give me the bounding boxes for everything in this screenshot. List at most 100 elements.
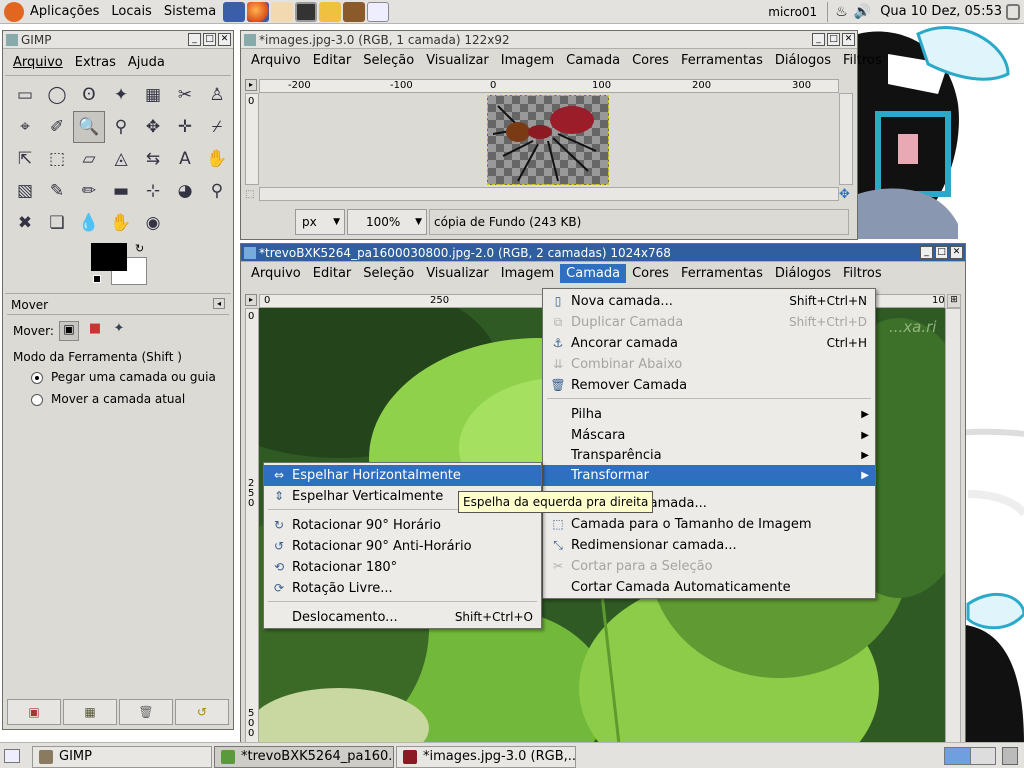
menu-extras[interactable]: Extras [69,53,122,72]
menu-sistema[interactable]: Sistema [158,0,222,24]
camada-menu-item[interactable]: ⬚ Camada para o Tamanho de Imagem [543,514,875,535]
quick-mask-corner-icon[interactable]: ▸ [245,79,257,91]
menu-dialogos[interactable]: Diálogos [769,51,837,70]
tool-button[interactable]: ⌖ [9,111,41,143]
close-button[interactable]: ✕ [842,33,855,46]
default-colors-icon[interactable] [93,275,101,283]
vertical-scrollbar[interactable] [945,308,961,742]
tool-button[interactable]: ✎ [41,175,73,207]
user-name[interactable]: micro01 [762,0,823,24]
canvas-area[interactable] [259,93,839,185]
tool-button[interactable]: ʘ [73,79,105,111]
tool-button[interactable]: ✋ [201,143,233,175]
workspace-switcher[interactable] [944,747,996,765]
clock[interactable]: Qua 10 Dez, 05:53 [874,0,1006,24]
menu-editar[interactable]: Editar [307,51,358,70]
tool-button[interactable]: ◕ [169,175,201,207]
menu-editar[interactable]: Editar [307,264,358,283]
swap-colors-icon[interactable]: ↻ [135,242,144,255]
menu-cores[interactable]: Cores [626,51,675,70]
menu-filtros[interactable]: Filtros [837,264,888,283]
radio-selected[interactable] [31,372,43,384]
navigate-icon[interactable]: ✥ [839,187,850,202]
camada-menu-item[interactable]: Transformar ▶ [543,465,875,486]
maximize-button[interactable]: □ [935,246,948,259]
tool-button[interactable]: ◯ [41,79,73,111]
workspace-1[interactable] [945,748,971,764]
tool-button[interactable]: ▭ [9,79,41,111]
minimize-button[interactable]: _ [920,246,933,259]
editor-icon[interactable] [367,1,390,22]
tool-button[interactable]: ✖ [9,207,41,239]
tool-button[interactable]: ⬚ [41,143,73,175]
tool-button[interactable]: 🔍 [73,111,105,143]
tool-button[interactable]: ⇆ [137,143,169,175]
minimize-button[interactable]: _ [812,33,825,46]
camada-menu-item[interactable]: ⚓ Ancorar camada Ctrl+H [543,333,875,354]
menu-camada[interactable]: Camada [560,263,627,283]
delete-icon[interactable]: 🗑 [119,699,173,725]
tool-button[interactable]: 💧 [73,207,105,239]
tool-button[interactable]: ▦ [137,79,169,111]
ant-image[interactable] [487,95,609,185]
tool-button[interactable]: ⇱ [9,143,41,175]
taskbar-images[interactable]: *images.jpg-3.0 (RGB,... [396,746,576,768]
volume-icon[interactable]: 🔊 [851,4,874,20]
tool-button[interactable]: ⚲ [105,111,137,143]
option-pick-layer[interactable]: Pegar uma camada ou guia [31,370,216,384]
maximize-button[interactable]: □ [827,33,840,46]
radio-unselected[interactable] [31,394,43,406]
zoom-selector[interactable]: 100% ▼ [347,209,427,235]
firefox-icon[interactable] [247,1,270,22]
trevo-window-titlebar[interactable]: *trevoBXK5264_pa1600030800.jpg-2.0 (RGB,… [241,244,965,262]
menu-imagem[interactable]: Imagem [495,51,560,70]
option-move-active[interactable]: Mover a camada atual [31,392,185,406]
tool-button[interactable]: ⊹ [137,175,169,207]
menu-ferramentas[interactable]: Ferramentas [675,264,769,283]
ubuntu-logo-icon[interactable] [4,1,24,22]
menu-dialogos[interactable]: Diálogos [769,264,837,283]
tool-button[interactable]: ✥ [137,111,169,143]
tool-button[interactable]: ✋ [105,207,137,239]
network-status-icon[interactable]: ♨ [832,4,851,20]
tool-button[interactable]: ✦ [105,79,137,111]
trash-applet-icon[interactable] [1002,747,1018,765]
menu-visualizar[interactable]: Visualizar [420,264,495,283]
tool-button[interactable]: ▧ [9,175,41,207]
camada-menu-item[interactable]: Máscara ▶ [543,425,875,446]
tool-button[interactable]: ❏ [41,207,73,239]
reset-icon[interactable]: ↺ [175,699,229,725]
navigate-icon[interactable]: ⊞ [947,294,961,308]
transform-menu-item[interactable]: ⇔ Espelhar Horizontalmente [264,465,541,486]
menu-selecao[interactable]: Seleção [357,51,420,70]
camada-menu-item[interactable]: Transparência ▶ [543,445,875,466]
keys-icon[interactable] [319,1,342,22]
camada-menu-item[interactable]: Cortar Camada Automaticamente [543,577,875,598]
camada-menu-item[interactable]: 🗑 Remover Camada [543,375,875,396]
maximize-button[interactable]: □ [203,33,216,46]
tool-button[interactable]: ▬ [105,175,137,207]
ant-window-titlebar[interactable]: *images.jpg-3.0 (RGB, 1 camada) 122x92 _… [241,31,857,49]
tool-button[interactable]: ✂ [169,79,201,111]
unit-selector[interactable]: px ▼ [295,209,345,235]
transform-menu-item[interactable]: ⟳ Rotação Livre... [264,578,541,599]
power-icon[interactable] [1006,3,1020,20]
menu-visualizar[interactable]: Visualizar [420,51,495,70]
menu-selecao[interactable]: Seleção [357,264,420,283]
tool-button[interactable]: ◉ [137,207,169,239]
transform-menu-item[interactable]: ↺ Rotacionar 90° Anti-Horário [264,536,541,557]
tools-icon[interactable] [343,1,366,22]
tool-button[interactable]: ✏ [73,175,105,207]
save-icon[interactable]: ▣ [7,699,61,725]
tool-button[interactable]: ✐ [41,111,73,143]
terminal-icon[interactable] [295,1,318,22]
tool-button[interactable]: ▱ [73,143,105,175]
menu-imagem[interactable]: Imagem [495,264,560,283]
tool-button[interactable]: ⚲ [201,175,233,207]
quick-mask-corner-icon[interactable]: ▸ [245,294,257,306]
show-desktop-icon[interactable] [4,749,20,763]
menu-aplicacoes[interactable]: Aplicações [24,0,105,24]
transform-menu-item[interactable]: ⟲ Rotacionar 180° [264,557,541,578]
tool-button[interactable]: ◬ [105,143,137,175]
move-layer-mode-icon[interactable]: ▣ [59,321,79,341]
